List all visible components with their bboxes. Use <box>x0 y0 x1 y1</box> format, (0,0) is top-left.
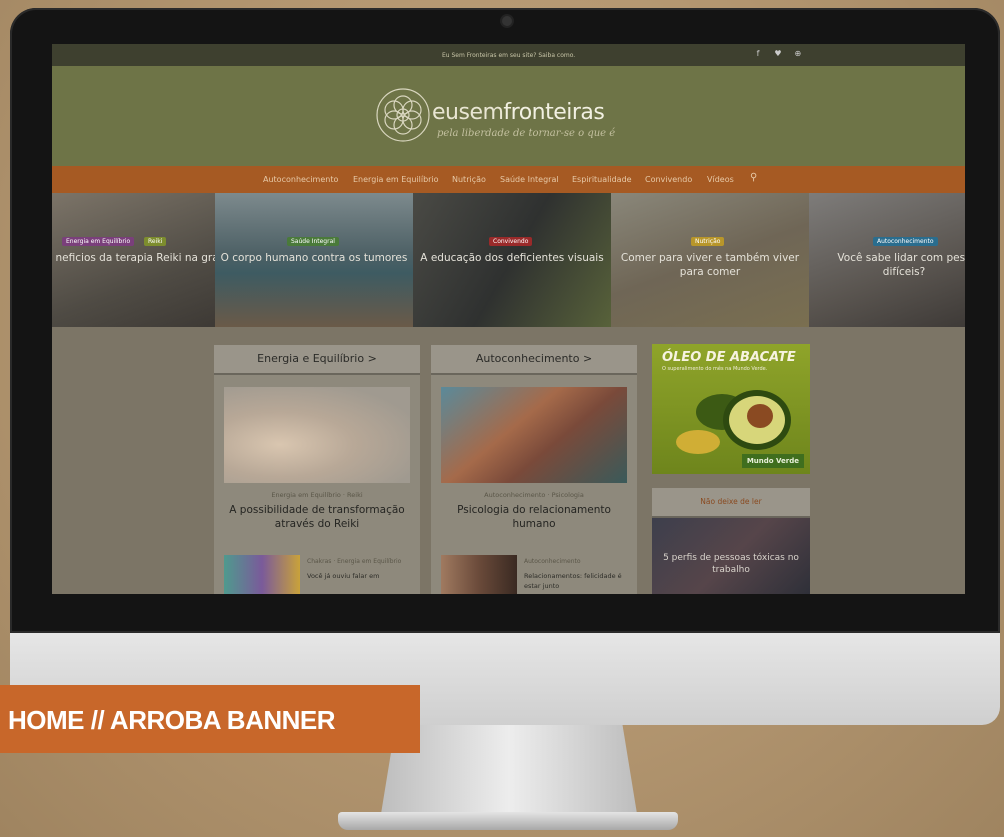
category-badge[interactable]: Energia em Equilíbrio <box>62 237 135 246</box>
article-image[interactable] <box>441 387 627 483</box>
website-screen: Eu Sem Fronteiras em seu site? Saiba com… <box>52 44 965 594</box>
category-badge[interactable]: Autoconhecimento <box>873 237 938 246</box>
banner-label: HOME // ARROBA BANNER <box>0 685 420 753</box>
monitor-foot <box>338 812 678 830</box>
pinterest-icon[interactable]: ⊕ <box>792 49 804 58</box>
nav-item-espiritualidade[interactable]: Espiritualidade <box>572 175 632 184</box>
search-icon[interactable]: ⚲ <box>750 172 757 183</box>
article-title-small[interactable]: Você já ouviu falar em <box>307 571 407 581</box>
nav-item-saude[interactable]: Saúde Integral <box>500 175 559 184</box>
twitter-icon[interactable]: ♥ <box>772 49 784 58</box>
ad-brand-button: Mundo Verde <box>741 454 804 468</box>
slide-item[interactable]: Nutrição Comer para viver e também viver… <box>611 193 809 327</box>
slide-title[interactable]: Você sabe lidar com pess difíceis? <box>819 251 965 279</box>
logo-suffix: fronteiras <box>503 100 605 125</box>
category-column: Autoconhecimento > Autoconhecimento · Ps… <box>431 345 637 594</box>
site-tagline: pela liberdade de tornar-se o que é <box>437 128 616 139</box>
camera-icon <box>502 16 512 26</box>
facebook-icon[interactable]: f <box>752 49 764 58</box>
widget-heading: Não deixe de ler <box>652 488 810 518</box>
article-meta[interactable]: Energia em Equilíbrio · Reiki <box>214 491 420 499</box>
nav-item-nutricao[interactable]: Nutrição <box>452 175 486 184</box>
article-image[interactable] <box>224 387 410 483</box>
article-title-small[interactable]: Relacionamentos: felicidade é estar junt… <box>524 571 624 591</box>
dont-miss-widget: Não deixe de ler 5 perfis de pessoas tóx… <box>652 488 810 594</box>
nav-item-convivendo[interactable]: Convivendo <box>645 175 692 184</box>
logo-mandala-icon[interactable] <box>374 86 432 144</box>
category-badge[interactable]: Reiki <box>144 237 167 246</box>
category-column: Energia e Equilíbrio > Energia em Equilí… <box>214 345 420 594</box>
featured-slider: Energia em Equilíbrio Reiki neficios da … <box>52 193 965 327</box>
slide-title[interactable]: Comer para viver e também viver para com… <box>611 251 809 279</box>
site-header: eusemfronteiras pela liberdade de tornar… <box>52 66 965 166</box>
slide-title[interactable]: O corpo humano contra os tumores <box>215 251 413 265</box>
article-thumbnail[interactable] <box>224 555 300 594</box>
slide-title[interactable]: A educação dos deficientes visuais <box>413 251 611 265</box>
site-logo[interactable]: eusemfronteiras <box>432 100 605 125</box>
nav-item-energia[interactable]: Energia em Equilíbrio <box>353 175 439 184</box>
article-meta-small[interactable]: Chakras · Energia em Equilíbrio <box>307 558 417 565</box>
main-nav: Autoconhecimento Energia em Equilíbrio N… <box>52 166 965 193</box>
category-badge[interactable]: Nutrição <box>691 237 725 246</box>
ad-banner[interactable]: ÓLEO DE ABACATE O superalimento do mês n… <box>652 344 810 474</box>
content-area: Energia e Equilíbrio > Energia em Equilí… <box>52 327 965 594</box>
logo-prefix: eusem <box>432 100 504 125</box>
article-meta[interactable]: Autoconhecimento · Psicologia <box>431 491 637 499</box>
category-badge[interactable]: Saúde Integral <box>287 237 339 246</box>
article-title[interactable]: 5 perfis de pessoas tóxicas no trabalho <box>658 552 804 576</box>
slide-item[interactable]: Autoconhecimento Você sabe lidar com pes… <box>809 193 965 327</box>
article-title[interactable]: A possibilidade de transformação através… <box>224 503 410 531</box>
slide-item[interactable]: Saúde Integral O corpo humano contra os … <box>215 193 413 327</box>
article-thumbnail[interactable] <box>441 555 517 594</box>
top-bar-message[interactable]: Eu Sem Fronteiras em seu site? Saiba com… <box>442 52 575 59</box>
article-meta-small[interactable]: Autoconhecimento <box>524 558 634 565</box>
column-heading[interactable]: Autoconhecimento > <box>431 345 637 375</box>
nav-item-autoconhecimento[interactable]: Autoconhecimento <box>263 175 338 184</box>
slide-item[interactable]: Convivendo A educação dos deficientes vi… <box>413 193 611 327</box>
nav-item-videos[interactable]: Vídeos <box>707 175 734 184</box>
social-links: f ♥ ⊕ <box>752 49 810 58</box>
top-bar: Eu Sem Fronteiras em seu site? Saiba com… <box>52 44 965 66</box>
article-title[interactable]: Psicologia do relacionamento humano <box>441 503 627 531</box>
column-heading[interactable]: Energia e Equilíbrio > <box>214 345 420 375</box>
banner-label-text: HOME // ARROBA BANNER <box>8 705 336 735</box>
category-badge[interactable]: Convivendo <box>489 237 533 246</box>
